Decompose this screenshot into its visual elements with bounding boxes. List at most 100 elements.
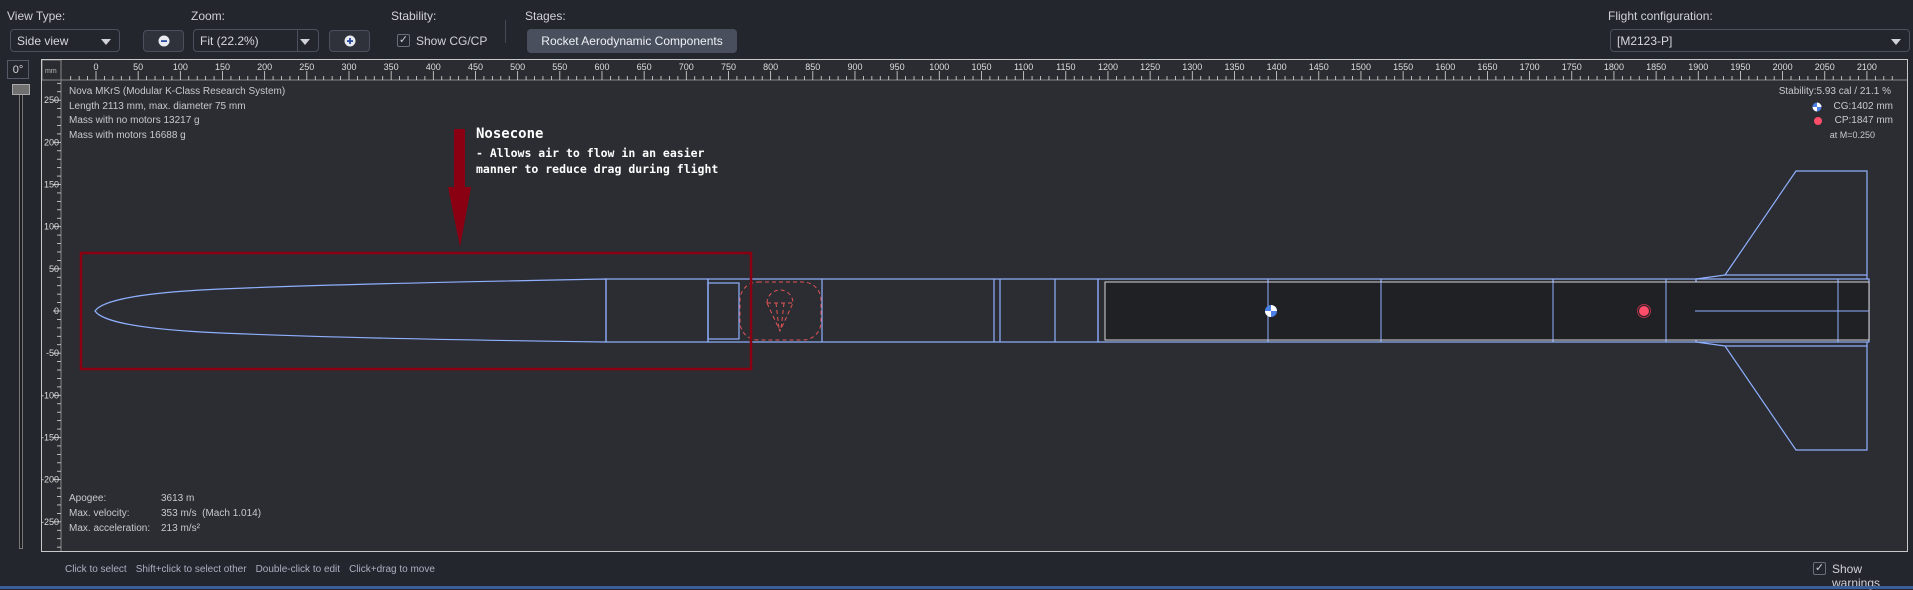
ruler-label: 750 (721, 62, 736, 72)
ruler-label: 350 (384, 62, 399, 72)
rotation-slider-handle[interactable] (12, 84, 30, 95)
annotation-title: Nosecone (476, 126, 544, 142)
chevron-down-icon (1891, 39, 1901, 45)
fin-top (1724, 170, 1868, 276)
status-hints: Click to select Shift+click to select ot… (65, 564, 435, 575)
rocket-mass-no-motors: Mass with no motors 13217 g (69, 115, 200, 126)
flight-config-select[interactable]: [M2123-P] (1610, 29, 1910, 52)
ruler-label: 2100 (1857, 62, 1877, 72)
body-tube-upper (707, 278, 1099, 343)
acceleration-value: 213 m/s² (161, 523, 200, 534)
cp-legend-icon (1814, 117, 1822, 125)
ruler-label: 1950 (1730, 62, 1750, 72)
ruler-label: 1700 (1520, 62, 1540, 72)
annotation-line-1: - Allows air to flow in an easier (476, 146, 705, 160)
ruler-label: 1800 (1604, 62, 1624, 72)
mach-value: at M=0.250 (1829, 130, 1875, 140)
rocket-canvas[interactable]: mm 0 50 100 150 200 250 300 350 400 450 500 550 600 65… (41, 59, 1908, 552)
cg-value: CG:1402 mm (1833, 101, 1893, 112)
velocity-label: Max. velocity: (69, 508, 130, 519)
ruler-label: 1850 (1646, 62, 1666, 72)
rocket-figure: mm 0 50 100 150 200 250 300 350 400 450 500 550 600 65… (41, 60, 1907, 551)
chevron-down-icon (300, 39, 310, 45)
zoom-value: Fit (22.2%) (200, 33, 259, 48)
ruler-label: 1900 (1688, 62, 1708, 72)
ruler-label: 400 (426, 62, 441, 72)
show-warnings-checkbox[interactable]: ✓ (1813, 562, 1826, 575)
ruler-label: 1550 (1393, 62, 1413, 72)
ruler-label: 450 (468, 62, 483, 72)
ruler-label: 550 (552, 62, 567, 72)
show-cgcp-label: Show CG/CP (416, 34, 488, 48)
stage-button[interactable]: Rocket Aerodynamic Components (527, 29, 737, 53)
ruler-label: 1100 (1014, 62, 1033, 72)
ruler-label: 800 (763, 62, 778, 72)
ruler-label: 50 (133, 62, 143, 72)
nose-shoulder (707, 282, 740, 340)
annotation-arrow-icon (448, 187, 471, 247)
ruler-label: 1150 (1056, 62, 1075, 72)
velocity-value: 353 m/s (Mach 1.014) (161, 508, 262, 519)
ruler-label: 650 (637, 62, 652, 72)
fin-root-bottom (1695, 341, 1868, 347)
apogee-label: Apogee: (69, 493, 107, 504)
fin-root-top (1695, 274, 1868, 280)
stability-value: Stability:5.93 cal / 21.1 % (1778, 86, 1891, 97)
ruler-label: 0 (93, 62, 98, 72)
ruler-label: -200 (41, 475, 59, 485)
show-cgcp-checkbox[interactable]: ✓ (397, 34, 410, 47)
toolbar-separator (505, 20, 506, 43)
ruler-label: 1600 (1435, 62, 1455, 72)
rocket-name: Nova MKrS (Modular K-Class Research Syst… (69, 86, 286, 97)
ruler-label: 150 (215, 62, 230, 72)
ruler-label: 1350 (1224, 62, 1244, 72)
view-type-select[interactable]: Side view (10, 29, 120, 52)
zoom-combobox[interactable]: Fit (22.2%) (193, 29, 319, 52)
ruler-label: 1500 (1351, 62, 1371, 72)
cg-legend-icon (1812, 102, 1822, 112)
ruler-label: 900 (847, 62, 862, 72)
annotation-arrow-shaft (454, 129, 465, 187)
ruler-label: 250 (44, 95, 59, 105)
zoom-out-icon (158, 35, 169, 47)
ruler-label: -100 (41, 390, 59, 400)
ruler-label: -50 (46, 348, 59, 358)
zoom-in-button[interactable] (329, 30, 370, 52)
zoom-out-button[interactable] (143, 30, 184, 52)
ruler-label: 150 (44, 180, 59, 190)
ruler-label: 1250 (1140, 62, 1160, 72)
chevron-down-icon (101, 39, 111, 45)
ruler-label: 100 (44, 222, 59, 232)
ruler-label: 300 (341, 62, 356, 72)
rocket-length: Length 2113 mm, max. diameter 75 mm (69, 101, 246, 112)
ruler-label: 700 (679, 62, 694, 72)
view-type-label: View Type: (7, 9, 66, 23)
ruler-label: 850 (805, 62, 820, 72)
zoom-label: Zoom: (191, 9, 226, 23)
ruler-label: 1450 (1309, 62, 1329, 72)
ruler-label: 600 (594, 62, 609, 72)
ruler-label: 1400 (1267, 62, 1287, 72)
combo-divider (297, 30, 298, 51)
ruler-label: 200 (44, 137, 59, 147)
hint: Shift+click to select other (135, 564, 247, 575)
fin-bottom (1724, 345, 1868, 451)
stages-label: Stages: (525, 9, 566, 23)
ruler-label: 1300 (1182, 62, 1202, 72)
rotation-slider-track[interactable] (19, 92, 23, 549)
ruler-label: 1750 (1562, 62, 1582, 72)
flight-config-label: Flight configuration: (1608, 9, 1713, 23)
ruler-label: 0 (54, 306, 59, 316)
hint: Click to select (65, 564, 127, 575)
hint: Double-click to edit (255, 564, 341, 575)
nosecone-highlight-box (79, 251, 753, 371)
zoom-in-icon (344, 35, 355, 47)
rotation-angle: 0° (7, 60, 29, 79)
ruler-label: 200 (257, 62, 272, 72)
ruler-label: 950 (890, 62, 905, 72)
ruler-label: 250 (299, 62, 314, 72)
ruler-unit: mm (45, 68, 57, 75)
nosecone (94, 278, 607, 343)
ruler-label: 2000 (1773, 62, 1793, 72)
ruler-label: 1200 (1098, 62, 1118, 72)
